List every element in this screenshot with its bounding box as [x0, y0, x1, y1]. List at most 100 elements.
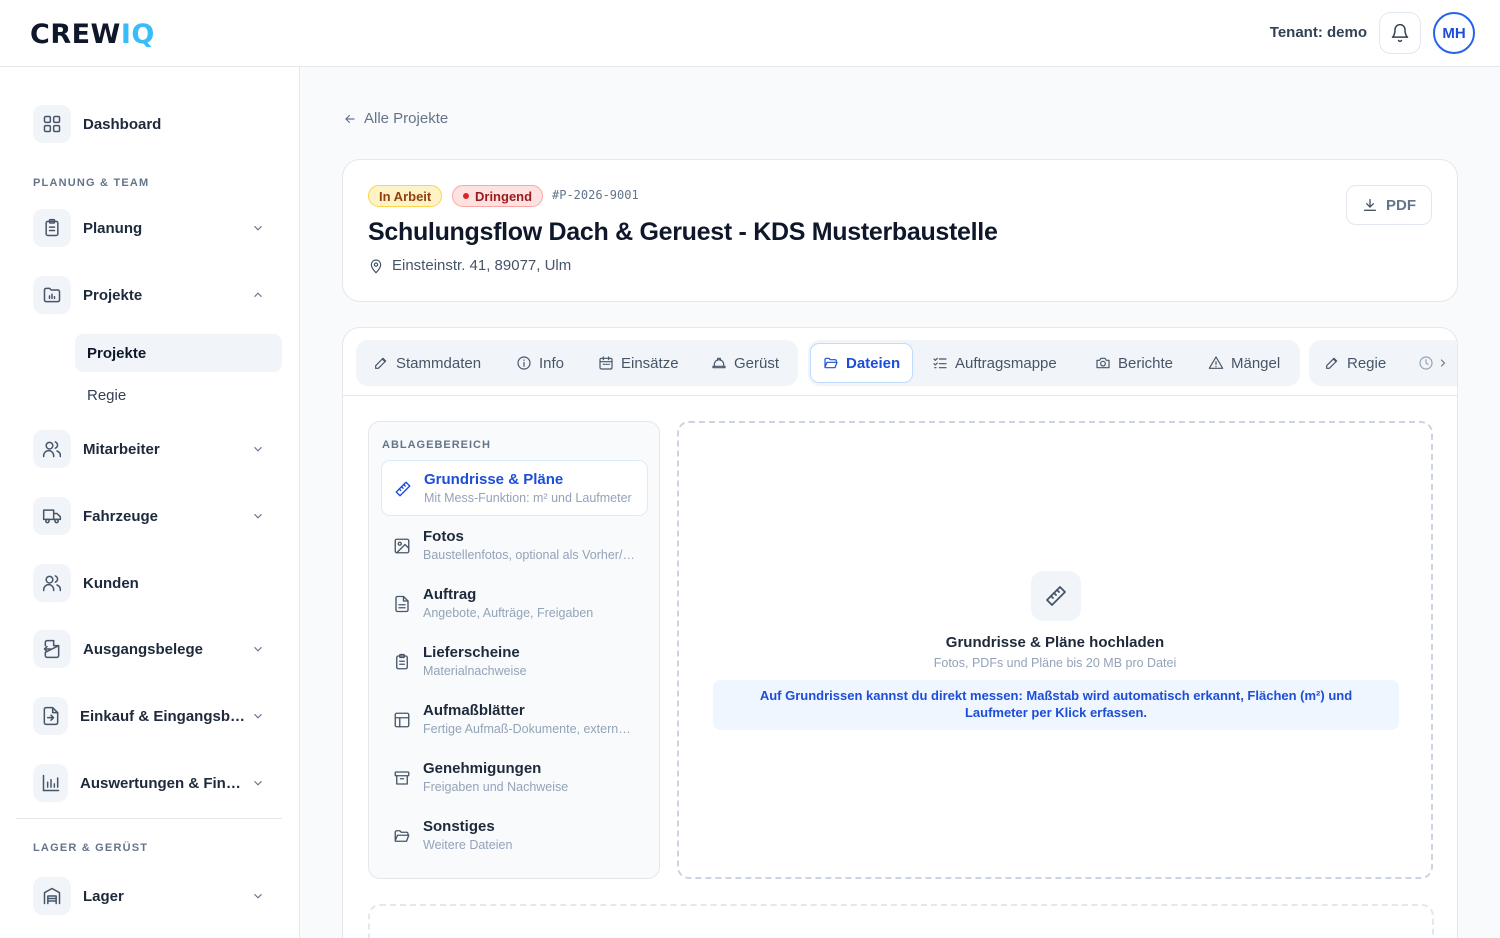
checklist-icon — [933, 357, 947, 369]
tab-label: Mängel — [1231, 354, 1281, 372]
archive-icon — [394, 771, 410, 785]
file-upload-dropzone[interactable]: Grundrisse & Pläne hochladen Fotos, PDFs… — [677, 421, 1433, 879]
category-title: Genehmigungen — [423, 760, 542, 777]
category-title: Aufmaßblätter — [423, 702, 525, 719]
sidebar-subitem-projekte[interactable]: Projekte — [75, 334, 282, 372]
sidebar-item-label: Fahrzeuge — [83, 507, 159, 525]
sidebar-subitem-regie[interactable]: Regie — [75, 376, 282, 414]
tab-label: Einsätze — [621, 354, 679, 372]
tabs-scroll-right-button[interactable] — [1437, 343, 1456, 383]
category-title: Fotos — [423, 528, 464, 545]
logo-accent-text: IQ — [120, 19, 155, 50]
category-grundrisse[interactable]: Grundrisse & Pläne Mit Mess-Funktion: m²… — [381, 460, 648, 516]
category-auftrag[interactable]: Auftrag Angebote, Aufträge, Freigaben — [381, 576, 648, 632]
warning-icon — [1208, 356, 1224, 369]
document-icon — [395, 595, 409, 613]
category-description: Materialnachweise — [423, 664, 527, 678]
sidebar-item-label: Mitarbeiter — [83, 440, 160, 458]
pencil-icon — [375, 357, 387, 369]
category-description: Mit Mess-Funktion: m² und Laufmeter — [424, 491, 632, 505]
category-sonstiges[interactable]: Sonstiges Weitere Dateien — [381, 808, 648, 864]
sidebar-item-label: Lager — [83, 887, 124, 905]
tab-stammdaten[interactable]: Stammdaten — [373, 343, 481, 383]
dropzone-title: Grundrisse & Pläne hochladen — [945, 634, 1165, 651]
sidebar-divider — [16, 818, 282, 819]
sidebar-item-einkauf[interactable]: Einkauf & Eingangsbelege — [33, 696, 273, 736]
user-avatar[interactable]: MH — [1433, 12, 1475, 54]
helmet-icon — [712, 357, 726, 369]
tab-geruest[interactable]: Gerüst — [711, 343, 779, 383]
category-title: Sonstiges — [423, 818, 495, 835]
sidebar-item-lager[interactable]: Lager — [33, 876, 273, 916]
sidebar-item-ausgangsbelege[interactable]: Ausgangsbelege — [33, 629, 273, 669]
tab-einsaetze[interactable]: Einsätze — [598, 343, 679, 383]
chevron-down-icon — [254, 513, 262, 519]
section-label-lager: LAGER & GERÜST — [33, 842, 149, 854]
tab-auftragsmappe[interactable]: Auftragsmappe — [932, 343, 1057, 383]
tab-label: Info — [539, 354, 565, 372]
pencil-icon — [1326, 357, 1338, 369]
tab-maengel[interactable]: Mängel — [1208, 343, 1280, 383]
bell-icon — [1391, 23, 1409, 43]
category-description: Baustellenfotos, optional als Vorher/Nac… — [423, 548, 635, 562]
sidebar-item-label: Kunden — [83, 574, 139, 592]
sidebar-item-auswertungen[interactable]: Auswertungen & Finanzen — [33, 763, 273, 803]
clipboard-icon — [33, 209, 71, 247]
chevron-up-icon — [254, 292, 262, 298]
tab-label: Gerüst — [734, 354, 780, 372]
sidebar-item-projekte[interactable]: Projekte — [33, 275, 273, 315]
file-list-placeholder — [368, 904, 1434, 938]
folder-open-icon — [824, 357, 838, 369]
pdf-download-button[interactable]: PDF — [1346, 185, 1432, 225]
sidebar-item-label: Einkauf & Eingangsbelege — [80, 707, 250, 725]
address-text: Einsteinstr. 41, 89077, Ulm — [392, 257, 572, 274]
users-icon — [33, 564, 71, 602]
storage-category-panel: ABLAGEBEREICH Grundrisse & Pläne Mit Mes… — [368, 421, 660, 879]
sidebar: Dashboard PLANUNG & TEAM Planung Projekt… — [0, 67, 300, 938]
tab-regie[interactable]: Regie — [1324, 343, 1386, 383]
category-lieferscheine[interactable]: Lieferscheine Materialnachweise — [381, 634, 648, 690]
file-import-icon — [33, 697, 68, 735]
category-fotos[interactable]: Fotos Baustellenfotos, optional als Vorh… — [381, 518, 648, 574]
calendar-icon — [599, 356, 613, 370]
tab-berichte[interactable]: Berichte — [1095, 343, 1173, 383]
sidebar-item-label: Projekte — [83, 286, 143, 304]
category-genehmigungen[interactable]: Genehmigungen Freigaben und Nachweise — [381, 750, 648, 806]
tab-label: Dateien — [846, 354, 901, 372]
storage-title: ABLAGEBEREICH — [382, 439, 491, 451]
project-header-card: In Arbeit Dringend #P-2026-9001 Schulung… — [342, 159, 1458, 302]
sidebar-item-kunden[interactable]: Kunden — [33, 563, 273, 603]
notifications-button[interactable] — [1379, 12, 1421, 54]
folder-chart-icon — [33, 276, 71, 314]
sidebar-item-fahrzeuge[interactable]: Fahrzeuge — [33, 496, 273, 536]
category-title: Grundrisse & Pläne — [424, 471, 564, 488]
category-description: Weitere Dateien — [423, 838, 513, 852]
chevron-down-icon — [254, 780, 262, 786]
priority-label: Dringend — [475, 188, 533, 204]
category-aufmassblaetter[interactable]: Aufmaßblätter Fertige Aufmaß-Dokumente, … — [381, 692, 648, 748]
tenant-label: Tenant: demo — [1269, 24, 1367, 41]
category-description: Angebote, Aufträge, Freigaben — [423, 606, 594, 620]
chevron-down-icon — [254, 713, 262, 719]
chevron-down-icon — [254, 225, 262, 231]
page-title: Schulungsflow Dach & Geruest - KDS Muste… — [368, 218, 998, 246]
project-id: #P-2026-9001 — [552, 188, 639, 202]
clock-icon — [1419, 356, 1433, 370]
chevron-down-icon — [254, 446, 262, 452]
table-icon — [394, 712, 410, 728]
app-logo[interactable]: CREWIQ — [30, 19, 155, 50]
back-to-projects-link[interactable]: Alle Projekte — [343, 110, 448, 127]
dropzone-subtitle: Fotos, PDFs und Pläne bis 20 MB pro Date… — [933, 656, 1177, 670]
sidebar-item-label: Planung — [83, 219, 143, 237]
sidebar-item-mitarbeiter[interactable]: Mitarbeiter — [33, 429, 273, 469]
truck-icon — [33, 497, 71, 535]
tab-dateien[interactable]: Dateien — [810, 343, 914, 383]
tab-info[interactable]: Info — [516, 343, 564, 383]
arrow-left-icon — [345, 114, 355, 123]
priority-dot-icon — [463, 193, 469, 199]
logo-text: CREW — [30, 19, 121, 50]
bar-chart-icon — [33, 764, 68, 802]
sidebar-item-planung[interactable]: Planung — [33, 208, 273, 248]
chevron-right-icon — [1440, 359, 1446, 367]
sidebar-item-dashboard[interactable]: Dashboard — [33, 104, 273, 144]
